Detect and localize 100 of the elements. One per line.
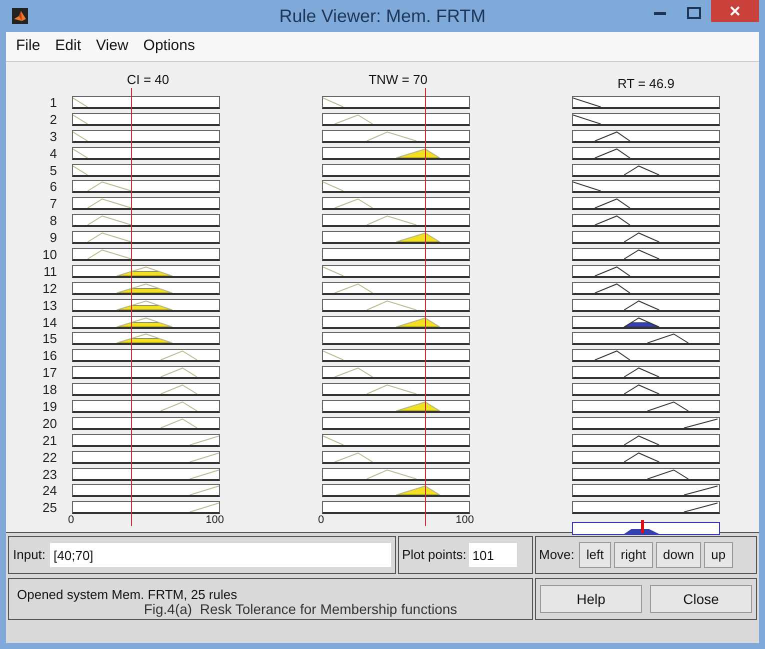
menu-item[interactable]: Edit [55, 35, 82, 58]
variable-label: RT = 46.9 [618, 75, 674, 90]
rule-number: 4 [50, 146, 57, 160]
membership-curve-drawing [160, 368, 198, 378]
membership-curve-drawing [73, 131, 88, 141]
rule-number: 7 [50, 197, 57, 210]
membership-curve-drawing [624, 249, 660, 260]
membership-curve-drawing [73, 114, 88, 124]
rule-number: 10 [42, 248, 57, 262]
membership-curve-drawing [646, 401, 689, 412]
membership-curve-drawing [116, 266, 173, 276]
membership-curve-drawing [189, 452, 219, 462]
membership-curve-drawing [624, 452, 660, 462]
membership-curve-drawing [160, 401, 198, 412]
membership-curve-drawing [646, 469, 689, 479]
membership-curve-drawing [396, 401, 440, 412]
plot-points-field[interactable]: 101 [469, 543, 518, 567]
membership-curve-drawing [334, 368, 374, 378]
rule-number: 5 [50, 164, 57, 177]
membership-curve-drawing [396, 317, 440, 327]
dialog-button[interactable]: Help [540, 585, 642, 613]
rule-number: 19 [42, 400, 57, 414]
membership-curve-drawing [87, 232, 132, 242]
rule-number: 14 [42, 316, 57, 329]
app-logo-icon [12, 8, 28, 24]
membership-curve-drawing [396, 232, 440, 242]
membership-curve-drawing [87, 216, 132, 226]
membership-curve-drawing [624, 317, 660, 327]
rule-number: 15 [42, 332, 57, 346]
axis-label: 100 [456, 515, 474, 526]
membership-curve-drawing [624, 384, 660, 394]
membership-curve-drawing [323, 266, 344, 276]
membership-curve-drawing [73, 98, 88, 107]
rule-number: 25 [42, 501, 57, 514]
menu-item[interactable]: View [96, 35, 128, 58]
move-button[interactable]: left [579, 542, 611, 568]
membership-curve-drawing [366, 131, 417, 141]
membership-curve-drawing [594, 283, 630, 293]
membership-curve-drawing [189, 435, 219, 445]
dialog-button[interactable]: Close [650, 585, 752, 613]
membership-curve-drawing [73, 165, 88, 175]
membership-curve-drawing [366, 384, 417, 394]
rule-number: 11 [44, 264, 57, 278]
membership-curve-drawing [334, 283, 374, 293]
rule-number: 24 [42, 484, 57, 498]
membership-curve-drawing [334, 114, 374, 124]
input-label: Input: [13, 546, 46, 564]
move-button[interactable]: down [656, 542, 702, 568]
membership-curve-drawing [594, 131, 630, 141]
cursor-line[interactable] [425, 88, 426, 526]
membership-curve-drawing [366, 216, 417, 226]
rule-number: 17 [42, 366, 57, 380]
membership-curve-drawing [573, 114, 602, 124]
close-button[interactable] [711, 0, 759, 22]
membership-curve-drawing [594, 216, 630, 226]
membership-curve-drawing [334, 452, 374, 462]
minimize-icon [654, 11, 666, 15]
membership-curve-drawing [189, 486, 219, 496]
rule-number: 8 [50, 214, 57, 228]
membership-curve-drawing [683, 502, 718, 512]
membership-curve-drawing [594, 350, 630, 360]
membership-curve-drawing [116, 317, 173, 327]
membership-curve-drawing [683, 486, 718, 496]
membership-curve-drawing [594, 148, 630, 158]
membership-curve-drawing [624, 368, 660, 378]
rule-number: 20 [42, 416, 57, 430]
membership-curve-drawing [160, 350, 198, 360]
membership-curve-drawing [624, 165, 660, 175]
membership-curve-drawing [594, 198, 630, 208]
axis-label: 100 [206, 515, 224, 526]
status-text: Opened system Mem. FRTM, 25 rules [17, 587, 238, 602]
input-field[interactable]: [40;70] [50, 543, 391, 567]
rule-number: 2 [50, 112, 57, 126]
rule-number: 3 [50, 130, 57, 143]
membership-curve-drawing [624, 300, 660, 310]
menu-item[interactable]: Options [143, 35, 195, 58]
rule-number: 22 [42, 450, 57, 464]
cursor-line[interactable] [131, 88, 132, 526]
membership-curve-drawing [160, 384, 198, 394]
membership-curve-drawing [334, 198, 374, 208]
figure-caption: Fig.4(a) Resk Tolerance for Membership functions [144, 602, 458, 617]
membership-curve-drawing [683, 418, 718, 428]
membership-curve-drawing [323, 182, 344, 192]
membership-curve-drawing [87, 249, 132, 260]
rule-number: 6 [50, 180, 57, 194]
move-label: Move: [539, 546, 574, 564]
maximize-icon [687, 7, 701, 19]
membership-curve-drawing [323, 98, 344, 107]
menu-item[interactable]: File [16, 35, 40, 58]
membership-curve-drawing [646, 334, 689, 344]
membership-curve-drawing [624, 232, 660, 242]
rule-number: 16 [42, 349, 57, 362]
move-button[interactable]: up [704, 542, 733, 568]
membership-curve-drawing [594, 266, 630, 276]
rule-number: 21 [42, 434, 57, 447]
variable-label: CI = 40 [126, 71, 170, 86]
move-button[interactable]: right [614, 542, 654, 568]
membership-curve-drawing [573, 98, 602, 107]
rule-number: 23 [42, 468, 57, 481]
axis-label: 0 [68, 515, 74, 526]
